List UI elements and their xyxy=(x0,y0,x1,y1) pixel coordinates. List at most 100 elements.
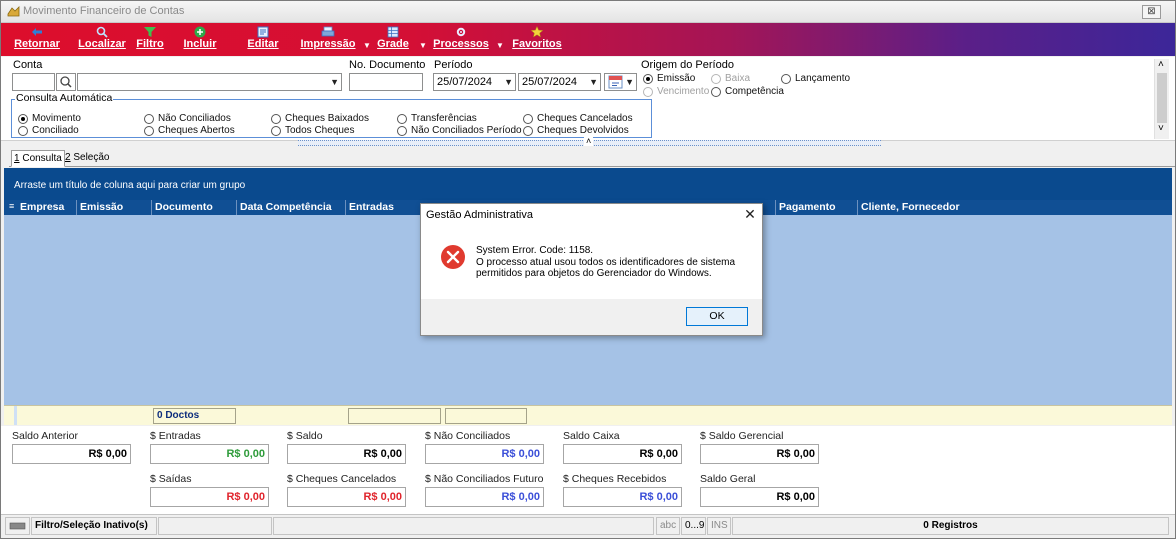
filtro-button[interactable]: Filtro xyxy=(135,24,165,55)
periodo-inicio-input[interactable]: 25/07/2024 ▼ xyxy=(433,73,516,91)
consulta-nao-conciliados-periodo-radio[interactable] xyxy=(397,126,407,136)
consulta-todos-cheques-radio[interactable] xyxy=(271,126,281,136)
conta-code-input[interactable] xyxy=(12,73,55,91)
consulta-cheques-baixados-radio[interactable] xyxy=(271,114,281,124)
filtro-label: Filtro xyxy=(136,38,164,50)
plus-circle-icon xyxy=(194,26,206,38)
consulta-cheques-cancelados-radio[interactable] xyxy=(523,114,533,124)
scroll-down-icon[interactable]: ˅ xyxy=(1158,123,1164,134)
grade-dropdown-caret[interactable]: ▼ xyxy=(419,41,427,50)
cheques-cancelados-value: R$ 0,00 xyxy=(287,487,406,507)
saldo-label: $ Saldo xyxy=(287,430,323,442)
column-header-entradas[interactable]: Entradas xyxy=(349,201,394,213)
tab-selecao[interactable]: 2 Seleção xyxy=(63,150,111,167)
scroll-thumb[interactable] xyxy=(1157,73,1167,123)
status-record-count: 0 Registros xyxy=(732,517,1169,535)
localizar-label: Localizar xyxy=(78,38,126,50)
tab-consulta[interactable]: 1 Consulta xyxy=(11,150,65,167)
origem-baixa-label: Baixa xyxy=(725,73,751,84)
origem-baixa-radio[interactable] xyxy=(711,74,721,84)
saldo-anterior-value: R$ 0,00 xyxy=(12,444,131,464)
retornar-label: Retornar xyxy=(14,38,60,50)
saldo-caixa-value: R$ 0,00 xyxy=(563,444,682,464)
column-header-empresa[interactable]: Empresa xyxy=(20,201,64,213)
nao-conciliados-futuro-value: R$ 0,00 xyxy=(425,487,544,507)
consulta-nao-conciliados-label: Não Conciliados xyxy=(158,113,231,124)
conta-search-button[interactable] xyxy=(56,73,76,91)
favoritos-button[interactable]: Favoritos xyxy=(511,24,563,55)
documento-label: No. Documento xyxy=(349,59,426,71)
localizar-button[interactable]: Localizar xyxy=(77,24,127,55)
grid-summary-footer: 0 Doctos xyxy=(4,405,1172,425)
ok-button[interactable]: OK xyxy=(686,307,748,326)
window-close-button[interactable]: ⊠ xyxy=(1142,5,1161,19)
panel-splitter[interactable]: ˄ xyxy=(298,136,881,146)
incluir-button[interactable]: Incluir xyxy=(181,24,219,55)
documento-input[interactable] xyxy=(349,73,423,91)
consulta-transferencias-radio[interactable] xyxy=(397,114,407,124)
chevron-down-icon[interactable]: ▼ xyxy=(589,74,598,90)
conta-label: Conta xyxy=(13,59,43,71)
origem-competencia-label: Competência xyxy=(725,86,784,97)
origem-emissao-radio[interactable] xyxy=(643,74,653,84)
column-chooser-icon[interactable]: ≡ xyxy=(9,201,14,211)
tab-consulta-label: Consulta xyxy=(19,153,62,164)
footer-entradas-total xyxy=(348,408,441,424)
origem-vencimento-radio[interactable] xyxy=(643,87,653,97)
column-header-cliente-fornecedor[interactable]: Cliente, Fornecedor xyxy=(861,201,960,213)
saidas-value: R$ 0,00 xyxy=(150,487,269,507)
column-header-pagamento[interactable]: Pagamento xyxy=(779,201,836,213)
origem-lancamento-radio[interactable] xyxy=(781,74,791,84)
periodo-fim-input[interactable]: 25/07/2024 ▼ xyxy=(518,73,601,91)
conta-select[interactable]: ▼ xyxy=(77,73,342,91)
keyboard-icon-cell xyxy=(5,517,30,535)
consulta-transferencias-label: Transferências xyxy=(411,113,477,124)
impressao-dropdown-caret[interactable]: ▼ xyxy=(363,41,371,50)
dialog-title: Gestão Administrativa xyxy=(426,209,533,221)
editar-button[interactable]: Editar xyxy=(245,24,281,55)
error-dialog: Gestão Administrativa ✕ System Error. Co… xyxy=(420,203,763,336)
processos-dropdown-caret[interactable]: ▼ xyxy=(496,41,504,50)
saldo-anterior-label: Saldo Anterior xyxy=(12,430,78,442)
column-header-emissao[interactable]: Emissão xyxy=(80,201,123,213)
processos-button[interactable]: Processos xyxy=(433,24,489,55)
retornar-button[interactable]: Retornar xyxy=(11,24,63,55)
dialog-footer: OK xyxy=(421,299,762,335)
periodo-preset-button[interactable]: ▼ xyxy=(604,73,637,91)
consulta-cheques-abertos-radio[interactable] xyxy=(144,126,154,136)
column-divider xyxy=(857,200,858,215)
entradas-value: R$ 0,00 xyxy=(150,444,269,464)
consulta-movimento-radio[interactable] xyxy=(18,114,28,124)
consulta-conciliado-radio[interactable] xyxy=(18,126,28,136)
error-icon xyxy=(441,245,465,269)
footer-doc-count: 0 Doctos xyxy=(153,408,236,424)
consulta-nao-conciliados-radio[interactable] xyxy=(144,114,154,124)
app-logo-icon xyxy=(7,6,20,17)
column-header-data-competencia[interactable]: Data Competência xyxy=(240,201,332,213)
tab-selecao-label: Seleção xyxy=(70,152,110,163)
periodo-label: Período xyxy=(434,59,473,71)
chevron-down-icon[interactable]: ▼ xyxy=(504,74,513,90)
grid-group-panel[interactable]: Arraste um título de coluna aqui para cr… xyxy=(4,168,1172,200)
filter-icon xyxy=(144,27,156,37)
collapse-up-icon[interactable]: ˄ xyxy=(584,136,594,146)
cheques-cancelados-label: $ Cheques Cancelados xyxy=(287,473,397,485)
editar-label: Editar xyxy=(247,38,279,50)
column-header-documento[interactable]: Documento xyxy=(155,201,213,213)
keyboard-icon xyxy=(9,522,26,530)
origem-competencia-radio[interactable] xyxy=(711,87,721,97)
scroll-up-icon[interactable]: ˄ xyxy=(1158,59,1164,70)
form-vertical-scrollbar[interactable]: ˄ ˅ xyxy=(1154,59,1169,139)
status-panel-empty xyxy=(158,517,272,535)
saldo-gerencial-value: R$ 0,00 xyxy=(700,444,819,464)
chevron-down-icon: ▼ xyxy=(330,77,339,87)
grade-label: Grade xyxy=(377,38,409,50)
grid-icon xyxy=(387,26,399,38)
dialog-close-button[interactable]: ✕ xyxy=(742,206,758,222)
consulta-cheques-devolvidos-radio[interactable] xyxy=(523,126,533,136)
chevron-down-icon: ▼ xyxy=(625,77,634,87)
grade-button[interactable]: Grade xyxy=(375,24,411,55)
column-divider xyxy=(236,200,237,215)
status-bar: Filtro/Seleção Inativo(s) abc 0...9 INS … xyxy=(1,514,1175,538)
impressao-button[interactable]: Impressão xyxy=(299,24,357,55)
